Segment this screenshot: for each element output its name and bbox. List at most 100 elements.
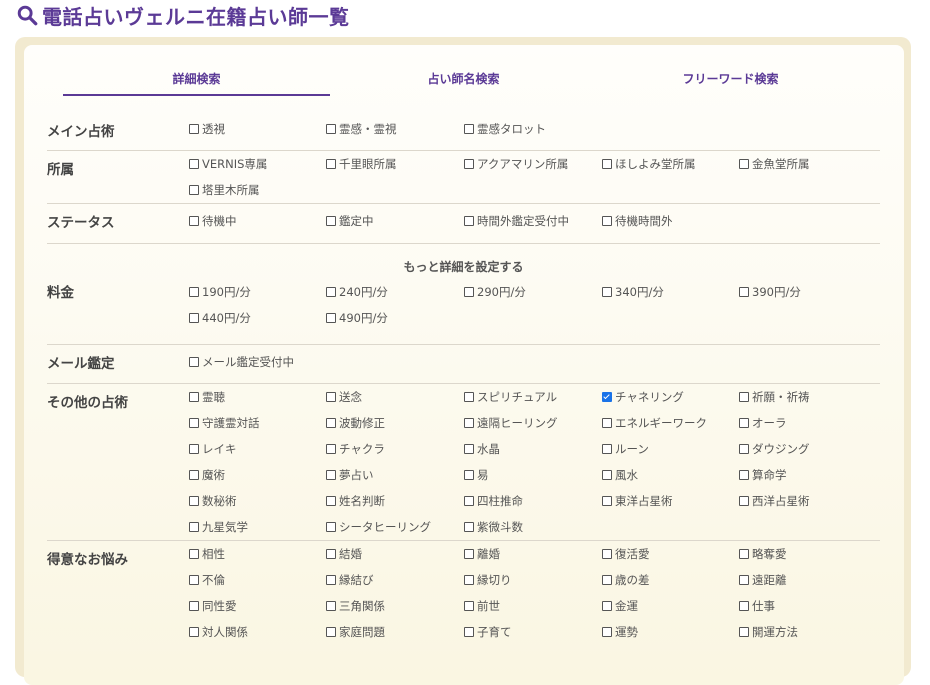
filter-option[interactable]: 魔術 bbox=[189, 467, 225, 483]
checkbox[interactable] bbox=[464, 392, 474, 402]
checkbox[interactable] bbox=[189, 392, 199, 402]
filter-option[interactable]: 家庭問題 bbox=[326, 624, 385, 640]
checkbox[interactable] bbox=[326, 627, 336, 637]
checkbox[interactable] bbox=[739, 470, 749, 480]
filter-option[interactable]: 略奪愛 bbox=[739, 546, 787, 562]
checkbox[interactable] bbox=[189, 313, 199, 323]
filter-option[interactable]: 運勢 bbox=[602, 624, 638, 640]
filter-option[interactable]: 姓名判断 bbox=[326, 493, 385, 509]
filter-option[interactable]: 時間外鑑定受付中 bbox=[464, 213, 569, 229]
filter-option[interactable]: ダウジング bbox=[739, 441, 810, 457]
checkbox[interactable] bbox=[326, 124, 336, 134]
checkbox[interactable] bbox=[189, 418, 199, 428]
filter-option[interactable]: 塔里木所属 bbox=[189, 182, 260, 198]
checkbox[interactable] bbox=[602, 418, 612, 428]
filter-option[interactable]: 東洋占星術 bbox=[602, 493, 673, 509]
checkbox[interactable] bbox=[189, 627, 199, 637]
filter-option[interactable]: 440円/分 bbox=[189, 310, 251, 326]
filter-option[interactable]: 結婚 bbox=[326, 546, 362, 562]
checkbox[interactable] bbox=[602, 575, 612, 585]
checkbox[interactable] bbox=[326, 216, 336, 226]
checkbox[interactable] bbox=[464, 601, 474, 611]
checkbox[interactable] bbox=[464, 287, 474, 297]
checkbox[interactable] bbox=[602, 496, 612, 506]
filter-option[interactable]: 四柱推命 bbox=[464, 493, 523, 509]
checkbox[interactable] bbox=[602, 287, 612, 297]
filter-option[interactable]: 縁結び bbox=[326, 572, 374, 588]
filter-option[interactable]: 復活愛 bbox=[602, 546, 650, 562]
filter-option[interactable]: 340円/分 bbox=[602, 284, 664, 300]
checkbox[interactable] bbox=[326, 392, 336, 402]
checkbox[interactable] bbox=[464, 418, 474, 428]
checkbox[interactable] bbox=[189, 216, 199, 226]
checkbox[interactable] bbox=[464, 159, 474, 169]
checkbox[interactable] bbox=[739, 627, 749, 637]
filter-option[interactable]: 不倫 bbox=[189, 572, 225, 588]
checkbox[interactable] bbox=[189, 124, 199, 134]
filter-option[interactable]: 仕事 bbox=[739, 598, 775, 614]
filter-option[interactable]: 相性 bbox=[189, 546, 225, 562]
checkbox[interactable] bbox=[739, 287, 749, 297]
filter-option[interactable]: スピリチュアル bbox=[464, 389, 557, 405]
checkbox[interactable] bbox=[464, 470, 474, 480]
filter-option[interactable]: 歳の差 bbox=[602, 572, 650, 588]
filter-option[interactable]: チャネリング bbox=[602, 389, 684, 405]
filter-option[interactable]: ルーン bbox=[602, 441, 649, 457]
checkbox[interactable] bbox=[739, 549, 749, 559]
checkbox[interactable] bbox=[189, 470, 199, 480]
checkbox[interactable] bbox=[189, 444, 199, 454]
checkbox[interactable] bbox=[189, 159, 199, 169]
more-settings-link[interactable]: もっと詳細を設定する bbox=[47, 258, 880, 275]
checkbox[interactable] bbox=[464, 627, 474, 637]
filter-option[interactable]: 送念 bbox=[326, 389, 362, 405]
filter-option[interactable]: エネルギーワーク bbox=[602, 415, 707, 431]
checkbox[interactable] bbox=[602, 549, 612, 559]
filter-option[interactable]: メール鑑定受付中 bbox=[189, 354, 294, 370]
filter-option[interactable]: 水晶 bbox=[464, 441, 500, 457]
filter-option[interactable]: 290円/分 bbox=[464, 284, 526, 300]
filter-option[interactable]: 霊聴 bbox=[189, 389, 225, 405]
filter-option[interactable]: 三角関係 bbox=[326, 598, 385, 614]
filter-option[interactable]: オーラ bbox=[739, 415, 787, 431]
filter-option[interactable]: 490円/分 bbox=[326, 310, 388, 326]
checkbox[interactable] bbox=[739, 392, 749, 402]
checkbox[interactable] bbox=[326, 444, 336, 454]
filter-option[interactable]: 千里眼所属 bbox=[326, 156, 397, 172]
filter-option[interactable]: 190円/分 bbox=[189, 284, 251, 300]
filter-option[interactable]: 待機中 bbox=[189, 213, 237, 229]
tab-detail-search[interactable]: 詳細検索 bbox=[63, 60, 330, 96]
filter-option[interactable]: 遠距離 bbox=[739, 572, 787, 588]
filter-option[interactable]: 金運 bbox=[602, 598, 638, 614]
filter-option[interactable]: 金魚堂所属 bbox=[739, 156, 810, 172]
filter-option[interactable]: 風水 bbox=[602, 467, 638, 483]
checkbox[interactable] bbox=[189, 601, 199, 611]
tab-free-word-search[interactable]: フリーワード検索 bbox=[597, 60, 864, 96]
filter-option[interactable]: アクアマリン所属 bbox=[464, 156, 568, 172]
filter-option[interactable]: 数秘術 bbox=[189, 493, 237, 509]
filter-option[interactable]: 紫微斗数 bbox=[464, 519, 523, 535]
checkbox[interactable] bbox=[326, 575, 336, 585]
checkbox[interactable] bbox=[326, 313, 336, 323]
checkbox[interactable] bbox=[464, 549, 474, 559]
filter-option[interactable]: 離婚 bbox=[464, 546, 500, 562]
filter-option[interactable]: 霊感タロット bbox=[464, 121, 546, 137]
filter-option[interactable]: 夢占い bbox=[326, 467, 374, 483]
checkbox[interactable] bbox=[464, 124, 474, 134]
checkbox[interactable] bbox=[189, 575, 199, 585]
filter-option[interactable]: 縁切り bbox=[464, 572, 512, 588]
checkbox[interactable] bbox=[464, 444, 474, 454]
filter-option[interactable]: 九星気学 bbox=[189, 519, 248, 535]
filter-option[interactable]: 前世 bbox=[464, 598, 500, 614]
checkbox[interactable] bbox=[464, 522, 474, 532]
checkbox[interactable] bbox=[326, 159, 336, 169]
checkbox[interactable] bbox=[189, 496, 199, 506]
filter-option[interactable]: 開運方法 bbox=[739, 624, 798, 640]
checkbox[interactable] bbox=[739, 601, 749, 611]
filter-option[interactable]: 待機時間外 bbox=[602, 213, 673, 229]
filter-option[interactable]: ほしよみ堂所属 bbox=[602, 156, 696, 172]
checkbox[interactable] bbox=[739, 575, 749, 585]
filter-option[interactable]: 390円/分 bbox=[739, 284, 801, 300]
filter-option[interactable]: 遠隔ヒーリング bbox=[464, 415, 558, 431]
filter-option[interactable]: 子育て bbox=[464, 624, 512, 640]
checkbox-checked[interactable] bbox=[602, 392, 612, 402]
